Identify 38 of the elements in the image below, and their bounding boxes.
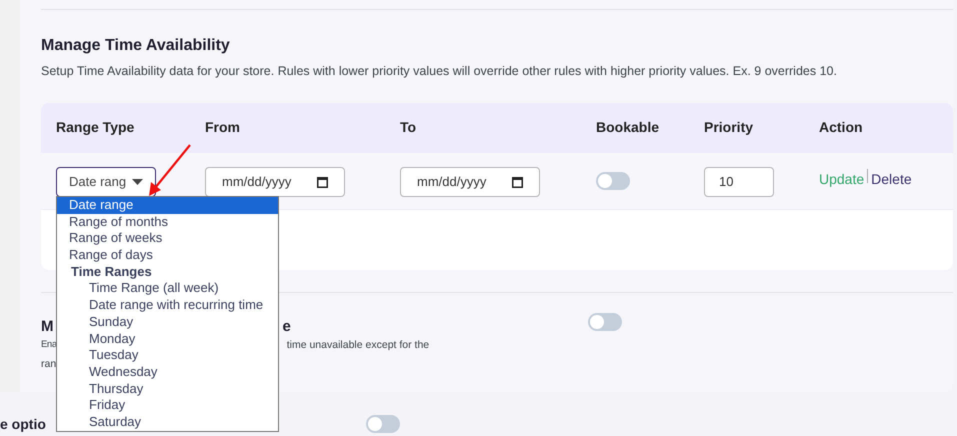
dropdown-option[interactable]: Friday [57, 397, 278, 414]
heading-fragment: M [41, 316, 54, 336]
dropdown-option[interactable]: Monday [57, 330, 278, 348]
description-fragment: ran [41, 356, 56, 372]
setting-label: e optio [0, 414, 46, 434]
caret-icon [132, 178, 144, 185]
range-type-select[interactable]: Date rang [56, 166, 156, 197]
dropdown-option[interactable]: Date range with recurring time [57, 297, 278, 314]
delete-link[interactable]: Delete [871, 168, 912, 190]
dropdown-option[interactable]: Range of days [57, 247, 278, 264]
dropdown-option[interactable]: Time Range (all week) [57, 280, 278, 298]
description-fragment: time unavailable except for the [286, 338, 430, 353]
option-group-label: Time Ranges [70, 264, 153, 280]
heading-fragment: e [282, 316, 291, 336]
column-header: Action [819, 118, 864, 138]
dropdown-option[interactable]: Thursday [57, 380, 278, 398]
date-field[interactable]: mm/dd/yyyy [205, 166, 345, 197]
column-header: Priority [704, 118, 754, 138]
dropdown-option[interactable]: Tuesday [57, 347, 278, 364]
calendar-icon[interactable] [317, 176, 328, 188]
dropdown-option[interactable]: Date range [57, 197, 278, 214]
section-description: Setup Time Availability data for your store. Rules with lower priority values will override other rules with higher priority values. Ex. 9 overrides 10. [41, 63, 838, 80]
calendar-icon[interactable] [512, 176, 523, 188]
column-header: Range Type [56, 118, 136, 138]
toggle-switch[interactable] [366, 415, 400, 433]
section-title: Manage Time Availability [41, 36, 231, 56]
column-header: Bookable [596, 118, 660, 138]
date-field[interactable]: mm/dd/yyyy [400, 166, 540, 197]
column-header: From [205, 118, 241, 138]
dropdown-option[interactable]: Sunday [57, 314, 278, 330]
dropdown-option[interactable]: Range of weeks [57, 230, 278, 248]
column-header: To [400, 118, 418, 138]
dropdown-option[interactable]: Wednesday [57, 364, 278, 381]
dropdown-option[interactable]: Saturday [57, 414, 278, 431]
priority-field[interactable]: 10 [704, 166, 774, 197]
toggle-switch[interactable] [588, 312, 622, 331]
toggle-switch[interactable] [596, 172, 630, 190]
dropdown-option[interactable]: Range of months [57, 214, 278, 230]
